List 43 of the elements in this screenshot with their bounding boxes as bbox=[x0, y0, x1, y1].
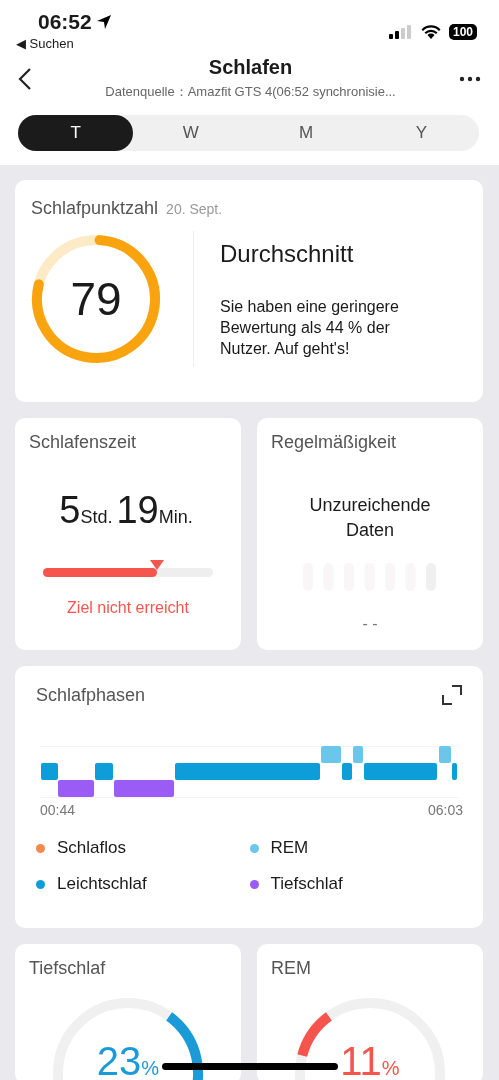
card-title: Schlafenszeit bbox=[29, 432, 137, 453]
legend-label: REM bbox=[270, 838, 309, 858]
date-label: 20. Sept. bbox=[166, 201, 223, 217]
minutes-unit: Min. bbox=[158, 507, 193, 528]
period-tab[interactable]: W bbox=[133, 115, 249, 151]
percent-unit: % bbox=[381, 1057, 400, 1079]
regularity-value: - - bbox=[362, 615, 378, 633]
card-title: Regelmäßigkeit bbox=[271, 432, 397, 453]
clock-time: 06:52 bbox=[38, 10, 92, 34]
period-tab[interactable]: T bbox=[18, 115, 134, 151]
end-time: 06:03 bbox=[427, 802, 463, 818]
battery-indicator: 100 bbox=[448, 24, 477, 40]
more-icon[interactable] bbox=[459, 75, 481, 82]
score-value: 79 bbox=[70, 276, 122, 322]
card-title: Schlafpunktzahl bbox=[31, 198, 159, 219]
stage-percent: 11 bbox=[340, 1039, 382, 1080]
data-source-label: Datenquelle：Amazfit GTS 4(06:52 synchronisie... bbox=[104, 83, 397, 101]
legend-label: Schlaflos bbox=[57, 838, 126, 858]
page-title: Schlafen bbox=[207, 56, 294, 79]
card-title: REM bbox=[271, 958, 311, 978]
wifi-icon bbox=[420, 25, 441, 39]
period-tab[interactable]: M bbox=[248, 115, 364, 151]
back-link[interactable]: ◀ Suchen bbox=[16, 36, 112, 51]
signal-icon bbox=[388, 25, 413, 39]
period-tab[interactable]: Y bbox=[363, 115, 479, 151]
rating-label: Durchschnitt bbox=[220, 239, 355, 268]
rating-message: Sie haben eine geringere Bewertung als 44 % der Nutzer. Auf geht's! bbox=[220, 296, 400, 359]
goal-marker-icon bbox=[149, 560, 164, 570]
hours-unit: Std. bbox=[80, 507, 113, 528]
location-arrow-icon bbox=[95, 14, 112, 30]
stage-percent: 23 bbox=[96, 1039, 142, 1080]
card-title: Tiefschlaf bbox=[29, 958, 106, 978]
hours-value: 5 bbox=[59, 489, 81, 532]
no-data-message: Unzureichende Daten bbox=[308, 494, 432, 542]
percent-unit: % bbox=[141, 1057, 160, 1079]
legend-label: Tiefschlaf bbox=[270, 874, 343, 894]
start-time: 00:44 bbox=[40, 802, 76, 818]
goal-status: Ziel nicht erreicht bbox=[67, 599, 189, 617]
legend-label: Leichtschlaf bbox=[57, 874, 147, 894]
expand-icon[interactable] bbox=[441, 684, 463, 706]
minutes-value: 19 bbox=[116, 489, 159, 532]
back-chevron-icon[interactable] bbox=[18, 66, 32, 91]
card-title: Schlafphasen bbox=[36, 684, 146, 706]
